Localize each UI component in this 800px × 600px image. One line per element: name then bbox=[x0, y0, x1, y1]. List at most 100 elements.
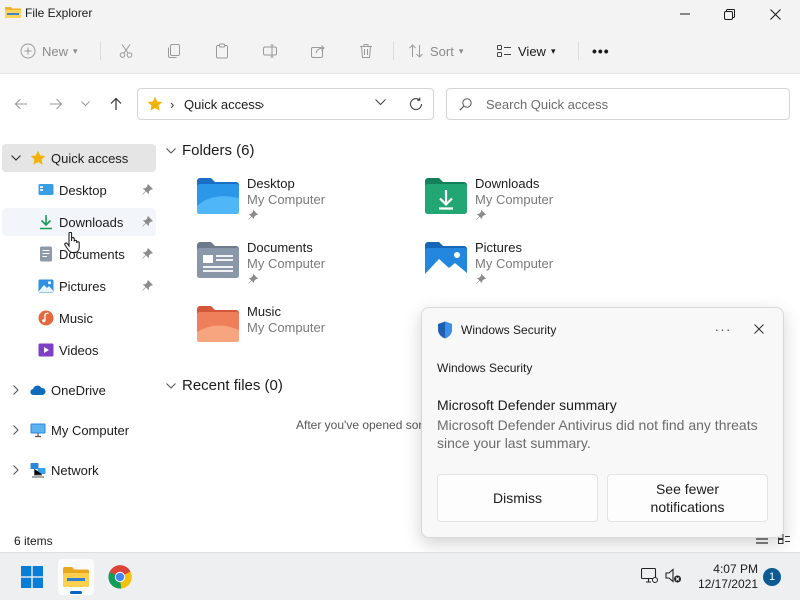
notification-title: Microsoft Defender summary bbox=[437, 397, 617, 413]
folder-location: My Computer bbox=[247, 192, 326, 207]
folder-location: My Computer bbox=[475, 256, 554, 271]
see-fewer-label: See fewer notifications bbox=[650, 481, 725, 515]
up-button[interactable] bbox=[104, 92, 128, 116]
start-button[interactable] bbox=[14, 559, 50, 595]
restore-icon bbox=[723, 8, 735, 20]
sidebar-item-videos[interactable]: Videos bbox=[2, 336, 156, 364]
refresh-icon[interactable] bbox=[409, 97, 423, 111]
sidebar-item-my-computer[interactable]: My Computer bbox=[2, 416, 156, 444]
star-icon bbox=[147, 96, 163, 111]
chevron-down-icon[interactable] bbox=[10, 152, 22, 164]
back-button[interactable] bbox=[9, 92, 33, 116]
title-bar: File Explorer bbox=[0, 0, 800, 28]
network-icon bbox=[30, 463, 46, 478]
pictures-icon bbox=[38, 279, 54, 293]
chevron-right-icon[interactable] bbox=[10, 384, 22, 396]
folder-location: My Computer bbox=[247, 256, 326, 271]
breadcrumb-quick-access[interactable]: Quick access bbox=[184, 97, 261, 112]
share-button[interactable] bbox=[310, 38, 326, 64]
chevron-down-icon[interactable] bbox=[375, 99, 386, 106]
documents-folder-icon bbox=[197, 242, 239, 278]
cut-button[interactable] bbox=[118, 38, 134, 64]
downloads-folder-icon bbox=[425, 178, 467, 214]
taskbar-chrome[interactable] bbox=[102, 559, 138, 595]
notification-body: Microsoft Defender Antivirus did not fin… bbox=[437, 417, 758, 451]
folder-tile-desktop[interactable]: Desktop My Computer bbox=[166, 176, 386, 232]
rename-icon bbox=[263, 44, 277, 58]
display-network-icon[interactable] bbox=[641, 567, 658, 584]
file-explorer-app-icon bbox=[63, 567, 89, 587]
notification-badge[interactable]: 1 bbox=[763, 568, 781, 586]
sidebar-item-onedrive[interactable]: OneDrive bbox=[2, 376, 156, 404]
folder-tile-pictures[interactable]: Pictures My Computer bbox=[394, 240, 614, 296]
address-bar[interactable]: › Quick access › bbox=[137, 88, 434, 120]
forward-button[interactable] bbox=[44, 92, 68, 116]
copy-button[interactable] bbox=[166, 38, 182, 64]
pin-icon bbox=[142, 248, 153, 259]
sort-icon bbox=[409, 44, 423, 58]
chevron-right-icon[interactable] bbox=[10, 464, 22, 476]
view-label: View bbox=[518, 43, 546, 59]
folder-name: Documents bbox=[247, 240, 313, 255]
folder-location: My Computer bbox=[247, 320, 326, 335]
dismiss-button[interactable]: Dismiss bbox=[437, 474, 598, 522]
system-clock[interactable]: 4:07 PM 12/17/2021 bbox=[694, 562, 758, 592]
pictures-folder-icon bbox=[425, 242, 467, 278]
windows-logo-icon bbox=[21, 566, 43, 588]
taskbar-file-explorer[interactable] bbox=[58, 559, 94, 595]
pin-icon bbox=[248, 210, 258, 220]
view-button[interactable]: View ▾ bbox=[496, 38, 555, 64]
chevron-down-icon: ▾ bbox=[458, 45, 464, 56]
new-label: New bbox=[42, 43, 69, 59]
more-options-icon: ••• bbox=[592, 43, 610, 59]
navigation-pane: Quick access Desktop Downloads Documents… bbox=[0, 140, 160, 530]
volume-muted-icon[interactable] bbox=[665, 567, 682, 584]
chevron-down-icon bbox=[166, 382, 176, 389]
sidebar-item-pictures[interactable]: Pictures bbox=[2, 272, 156, 300]
pin-icon bbox=[142, 280, 153, 291]
chrome-icon bbox=[108, 565, 132, 589]
paste-button[interactable] bbox=[214, 38, 230, 64]
sort-button[interactable]: Sort ▾ bbox=[408, 38, 463, 64]
rename-button[interactable] bbox=[262, 38, 278, 64]
new-button[interactable]: New ▾ bbox=[20, 38, 78, 64]
music-icon bbox=[38, 310, 54, 326]
desktop-icon bbox=[38, 184, 54, 195]
folder-tile-documents[interactable]: Documents My Computer bbox=[166, 240, 386, 296]
sidebar-item-music[interactable]: Music bbox=[2, 304, 156, 332]
file-explorer-app-icon bbox=[5, 7, 21, 18]
shield-icon bbox=[438, 321, 452, 339]
recent-locations-button[interactable] bbox=[74, 92, 96, 116]
minimize-button[interactable] bbox=[662, 0, 708, 28]
notification-app-name: Windows Security bbox=[461, 323, 557, 337]
recent-files-group-header[interactable]: Recent files (0) bbox=[166, 377, 283, 394]
notification-more-button[interactable]: ··· bbox=[710, 318, 736, 340]
navigation-row: › Quick access › bbox=[0, 74, 800, 132]
sidebar-item-network[interactable]: Network bbox=[2, 456, 156, 484]
sidebar-item-desktop[interactable]: Desktop bbox=[2, 176, 156, 204]
view-list-icon bbox=[497, 45, 511, 57]
sidebar-item-quick-access[interactable]: Quick access bbox=[2, 144, 156, 172]
see-fewer-notifications-button[interactable]: See fewer notifications bbox=[607, 474, 768, 522]
folder-location: My Computer bbox=[475, 192, 554, 207]
folder-tile-downloads[interactable]: Downloads My Computer bbox=[394, 176, 614, 232]
pin-icon bbox=[476, 274, 486, 284]
folders-group-header[interactable]: Folders (6) bbox=[166, 142, 255, 159]
search-input[interactable] bbox=[486, 95, 776, 113]
folder-tile-music[interactable]: Music My Computer bbox=[166, 304, 386, 360]
more-options-button[interactable]: ••• bbox=[592, 38, 610, 64]
sidebar-item-label: OneDrive bbox=[51, 383, 106, 398]
search-box[interactable] bbox=[446, 88, 790, 120]
chevron-right-icon[interactable] bbox=[10, 424, 22, 436]
close-window-button[interactable] bbox=[752, 0, 798, 28]
chevron-down-icon bbox=[166, 147, 176, 154]
sidebar-item-label: Pictures bbox=[59, 279, 106, 294]
recent-files-header-label: Recent files (0) bbox=[182, 377, 283, 394]
delete-button[interactable] bbox=[358, 38, 374, 64]
sidebar-item-label: My Computer bbox=[51, 423, 130, 438]
dismiss-label: Dismiss bbox=[493, 490, 542, 506]
maximize-button[interactable] bbox=[706, 0, 752, 28]
pin-icon bbox=[142, 216, 153, 227]
divider bbox=[393, 42, 394, 60]
notification-close-button[interactable] bbox=[748, 318, 770, 340]
